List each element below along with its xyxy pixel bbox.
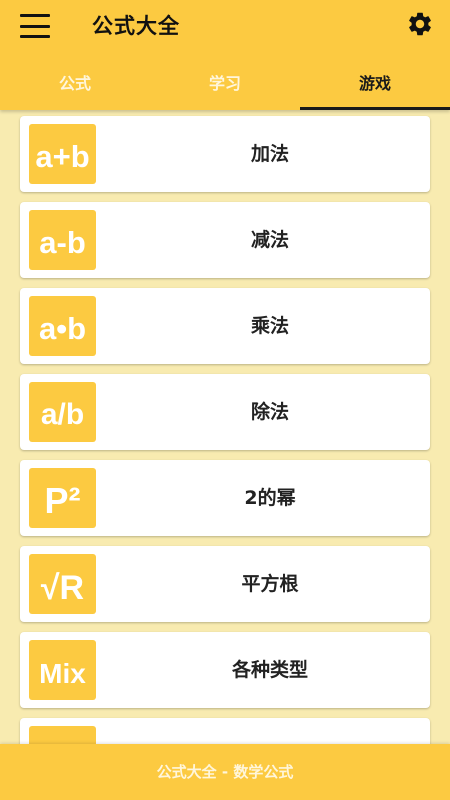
tab-formulas[interactable]: 公式 <box>0 60 150 110</box>
division-icon-text: a/b <box>41 398 84 431</box>
tab-games[interactable]: 游戏 <box>300 60 450 110</box>
game-item-label: 加法 <box>250 143 289 165</box>
game-item-label: 平方根 <box>241 573 299 595</box>
gear-icon[interactable] <box>406 10 434 38</box>
game-item-label: 除法 <box>250 401 289 423</box>
game-item-label: 减法 <box>250 229 289 251</box>
game-item-mix[interactable]: Mix 各种类型 <box>20 632 430 708</box>
game-item-label: 乘法 <box>250 315 289 337</box>
game-list: a+b 加法 a-b 减法 a•b 乘法 a/b 除法 P² 2的幂 √R 平方… <box>20 116 430 800</box>
game-item-addition[interactable]: a+b 加法 <box>20 116 430 192</box>
tab-bar: 公式 学习 游戏 <box>0 60 450 110</box>
power-icon-text: P² <box>45 480 81 521</box>
tab-learning[interactable]: 学习 <box>150 60 300 110</box>
power-icon: P² <box>29 468 96 528</box>
multiplication-icon: a•b <box>29 296 96 356</box>
game-item-label: 2的幂 <box>244 487 296 509</box>
mix-icon-text: Mix <box>39 658 86 689</box>
subtraction-icon: a-b <box>29 210 96 270</box>
app-bar: 公式大全 公式 学习 游戏 <box>0 0 450 110</box>
addition-icon: a+b <box>29 124 96 184</box>
multiplication-icon-text: a•b <box>39 311 86 346</box>
menu-line <box>20 35 50 38</box>
menu-line <box>20 24 50 28</box>
app-title: 公式大全 <box>92 14 180 38</box>
game-item-multiplication[interactable]: a•b 乘法 <box>20 288 430 364</box>
game-item-power[interactable]: P² 2的幂 <box>20 460 430 536</box>
square-root-icon-text: √R <box>41 569 84 607</box>
hamburger-menu-icon[interactable] <box>20 14 50 38</box>
division-icon: a/b <box>29 382 96 442</box>
game-item-division[interactable]: a/b 除法 <box>20 374 430 450</box>
addition-icon-text: a+b <box>35 139 89 174</box>
subtraction-icon-text: a-b <box>39 225 86 260</box>
menu-line <box>20 14 50 17</box>
game-item-square-root[interactable]: √R 平方根 <box>20 546 430 622</box>
square-root-icon: √R <box>29 554 96 614</box>
game-item-subtraction[interactable]: a-b 减法 <box>20 202 430 278</box>
game-item-label: 各种类型 <box>231 659 308 681</box>
footer-banner[interactable]: 公式大全 - 数学公式 <box>0 744 450 800</box>
mix-icon: Mix <box>29 640 96 700</box>
